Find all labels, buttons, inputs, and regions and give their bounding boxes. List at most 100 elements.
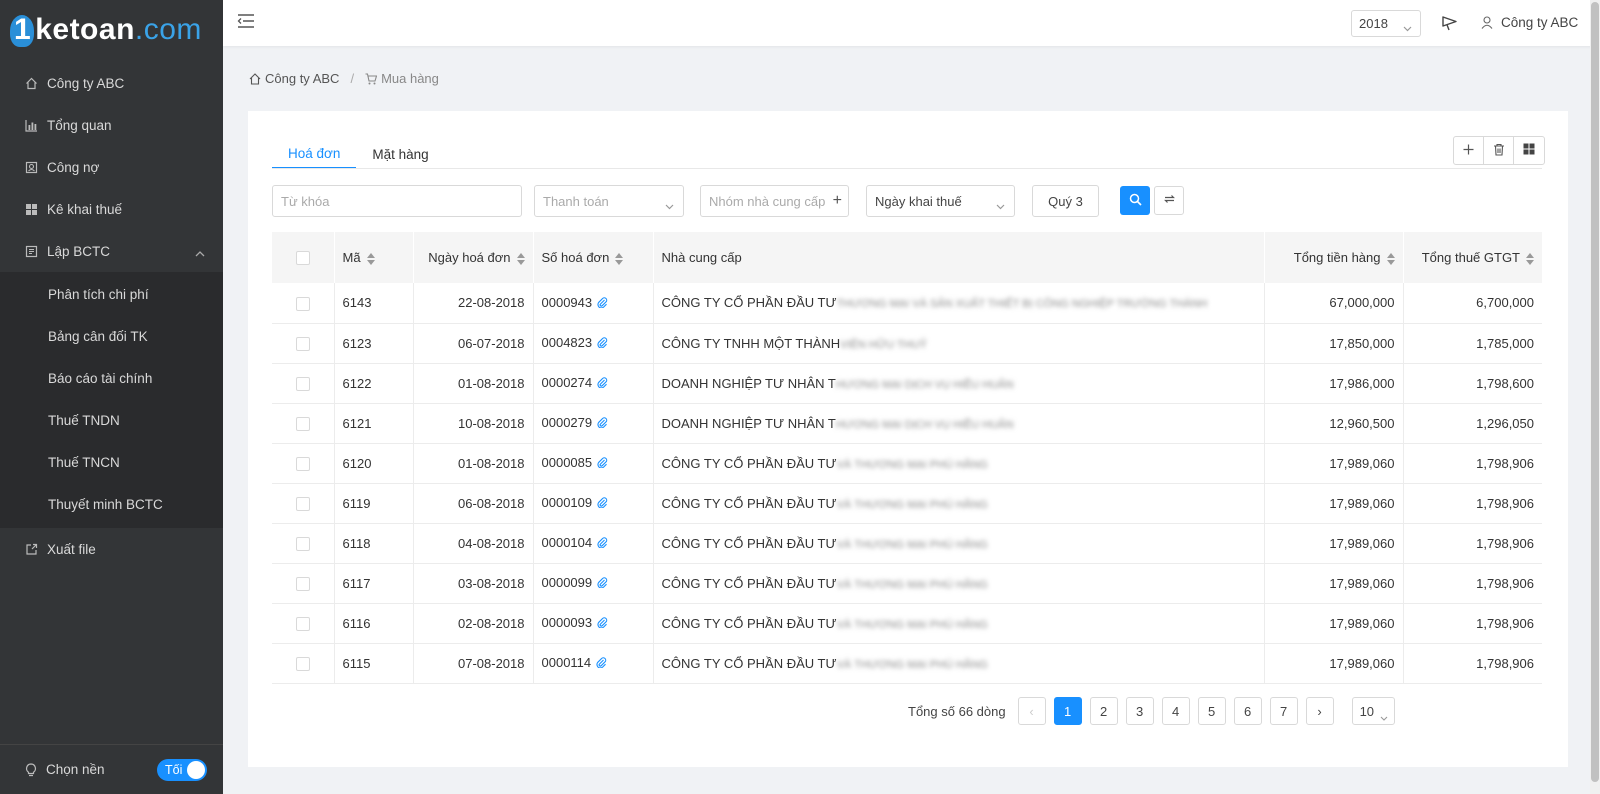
plus-icon: + (832, 192, 842, 209)
bulb-icon (25, 762, 37, 777)
sidebar-subitem-cit[interactable]: Thuế TNDN (0, 399, 223, 441)
sidebar-subitem-trial-balance[interactable]: Bảng cân đối TK (0, 315, 223, 357)
supplier-name: CÔNG TY CỔ PHẦN ĐẦU TƯ (661, 615, 837, 631)
cell-vat: 1,296,050 (1403, 403, 1542, 444)
page-size-select[interactable]: 10 (1351, 697, 1395, 725)
attachment-icon[interactable] (597, 336, 608, 351)
table-row[interactable]: 6119 06-08-2018 0000109 CÔNG TY CỔ PHẦN ĐẦU… (272, 483, 1542, 524)
export-icon (25, 543, 38, 556)
cell-total: 17,989,060 (1264, 523, 1404, 564)
select-all-checkbox[interactable] (295, 251, 310, 266)
user-menu[interactable]: Công ty ABC (1481, 15, 1578, 30)
table-row[interactable]: 6143 22-08-2018 0000943 CÔNG TY CỔ PHẦN ĐẦU… (272, 283, 1542, 324)
page-button-3[interactable]: 3 (1125, 697, 1154, 725)
prev-page-button[interactable]: ‹ (1017, 697, 1046, 725)
add-button[interactable] (1454, 137, 1484, 164)
announcement-icon[interactable] (1441, 14, 1461, 34)
attachment-icon[interactable] (597, 376, 608, 391)
attachment-icon[interactable] (596, 656, 607, 671)
row-checkbox[interactable] (295, 536, 310, 551)
logo[interactable]: 1 ketoan.com (0, 0, 223, 62)
sidebar-subitem-financial-report[interactable]: Báo cáo tài chính (0, 357, 223, 399)
quarter-button[interactable]: Quý 3 (1032, 185, 1099, 217)
attachment-icon[interactable] (597, 576, 608, 591)
page-button-7[interactable]: 7 (1269, 697, 1298, 725)
attachment-icon[interactable] (597, 416, 608, 431)
logo-ke: ke (35, 13, 70, 46)
table-row[interactable]: 6120 01-08-2018 0000085 CÔNG TY CỔ PHẦN ĐẦU… (272, 443, 1542, 484)
table-row[interactable]: 6118 04-08-2018 0000104 CÔNG TY CỔ PHẦN ĐẦU… (272, 523, 1542, 564)
supplier-name-redacted: HƯƠNG MẠI DỊCH VỤ HIỀU HUÂN (835, 378, 1014, 391)
refresh-button[interactable] (1154, 186, 1184, 215)
supplier-name-redacted: VÀ THƯƠNG MẠI PHÚ HẰNG (836, 538, 988, 551)
company-name: Công ty ABC (1501, 15, 1579, 30)
cell-invoice: 0000109 (533, 483, 654, 524)
sidebar-item-tax[interactable]: Kê khai thuế (0, 188, 223, 230)
sidebar-item-company[interactable]: Công ty ABC (0, 62, 223, 104)
cell-code: 6122 (334, 363, 414, 404)
sidebar-item-overview[interactable]: Tổng quan (0, 104, 223, 146)
supplier-group-select[interactable]: Nhóm nhà cung cấp + (700, 185, 849, 217)
attachment-icon[interactable] (597, 296, 608, 311)
sidebar-item-label: Kê khai thuế (47, 201, 123, 217)
next-page-button[interactable]: › (1305, 697, 1334, 725)
table-row[interactable]: 6122 01-08-2018 0000274 DOANH NGHIỆP TƯ NHÂ… (272, 363, 1542, 404)
tab-items[interactable]: Mặt hàng (356, 139, 444, 169)
col-invoice[interactable]: Số hoá đơn (533, 232, 654, 283)
table-row[interactable]: 6121 10-08-2018 0000279 DOANH NGHIỆP TƯ NHÂ… (272, 403, 1542, 444)
attachment-icon[interactable] (597, 616, 608, 631)
attachment-icon[interactable] (597, 496, 608, 511)
row-checkbox[interactable] (295, 376, 310, 391)
view-grid-button[interactable] (1514, 137, 1544, 164)
tab-invoices[interactable]: Hoá đơn (272, 139, 357, 169)
sidebar-subitem-cost-analysis[interactable]: Phân tích chi phí (0, 273, 223, 315)
menu-collapse-icon[interactable] (237, 13, 257, 33)
year-select[interactable]: 2018 (1351, 10, 1421, 37)
row-checkbox[interactable] (295, 576, 310, 591)
search-button[interactable] (1120, 186, 1150, 215)
invoice-number: 0000085 (541, 454, 593, 470)
page-scrollbar[interactable] (1590, 0, 1600, 794)
attachment-icon[interactable] (597, 536, 608, 551)
attachment-icon[interactable] (597, 456, 608, 471)
tax-date-select[interactable]: Ngày khai thuế (866, 185, 1015, 217)
supplier-name: CÔNG TY CỔ PHẦN ĐẦU TƯ (661, 655, 837, 671)
page-button-2[interactable]: 2 (1089, 697, 1118, 725)
cell-supplier: DOANH NGHIỆP TƯ NHÂN THƯƠNG MẠI DỊCH VỤ … (653, 363, 1265, 404)
row-checkbox[interactable] (295, 336, 310, 351)
row-checkbox[interactable] (295, 296, 310, 311)
payment-select[interactable]: Thanh toán (534, 185, 684, 217)
breadcrumb-home[interactable]: Công ty ABC (265, 71, 339, 86)
page-button-1[interactable]: 1 (1053, 697, 1082, 725)
table-row[interactable]: 6117 03-08-2018 0000099 CÔNG TY CỔ PHẦN ĐẦU… (272, 563, 1542, 604)
row-select-cell (272, 403, 335, 444)
keyword-input[interactable]: Từ khóa (272, 185, 522, 217)
row-checkbox[interactable] (295, 416, 310, 431)
page-button-4[interactable]: 4 (1161, 697, 1190, 725)
sidebar-item-debts[interactable]: Công nợ (0, 146, 223, 188)
col-code[interactable]: Mã (334, 232, 414, 283)
select-all-cell (272, 232, 335, 283)
table-row[interactable]: 6115 07-08-2018 0000114 CÔNG TY CỔ PHẦN ĐẦU… (272, 643, 1542, 684)
row-checkbox[interactable] (295, 456, 310, 471)
sidebar-subitem-notes[interactable]: Thuyết minh BCTC (0, 483, 223, 525)
table-row[interactable]: 6116 02-08-2018 0000093 CÔNG TY CỔ PHẦN ĐẦU… (272, 603, 1542, 644)
table-row[interactable]: 6123 06-07-2018 0004823 CÔNG TY TNHH MỘT TH… (272, 323, 1542, 364)
delete-button[interactable] (1484, 137, 1514, 164)
page-button-6[interactable]: 6 (1233, 697, 1262, 725)
sidebar-item-bctc[interactable]: Lập BCTC (0, 230, 223, 272)
row-checkbox[interactable] (295, 616, 310, 631)
row-checkbox[interactable] (295, 656, 310, 671)
row-checkbox[interactable] (295, 496, 310, 511)
sidebar-subitem-pit[interactable]: Thuế TNCN (0, 441, 223, 483)
cell-code: 6117 (334, 563, 414, 604)
sidebar-item-export[interactable]: Xuất file (0, 528, 223, 570)
supplier-name-redacted: VÀ THƯƠNG MẠI PHÚ HẰNG (836, 658, 988, 671)
page-button-5[interactable]: 5 (1197, 697, 1226, 725)
col-vat[interactable]: Tổng thuế GTGT (1403, 232, 1542, 283)
col-total[interactable]: Tổng tiền hàng (1264, 232, 1404, 283)
col-date[interactable]: Ngày hoá đơn (413, 232, 534, 283)
scrollbar-thumb[interactable] (1591, 2, 1599, 782)
cell-supplier: CÔNG TY CỔ PHẦN ĐẦU TƯVÀ THƯƠNG MẠI PHÚ … (653, 563, 1265, 604)
theme-toggle[interactable]: Tối (157, 759, 207, 781)
